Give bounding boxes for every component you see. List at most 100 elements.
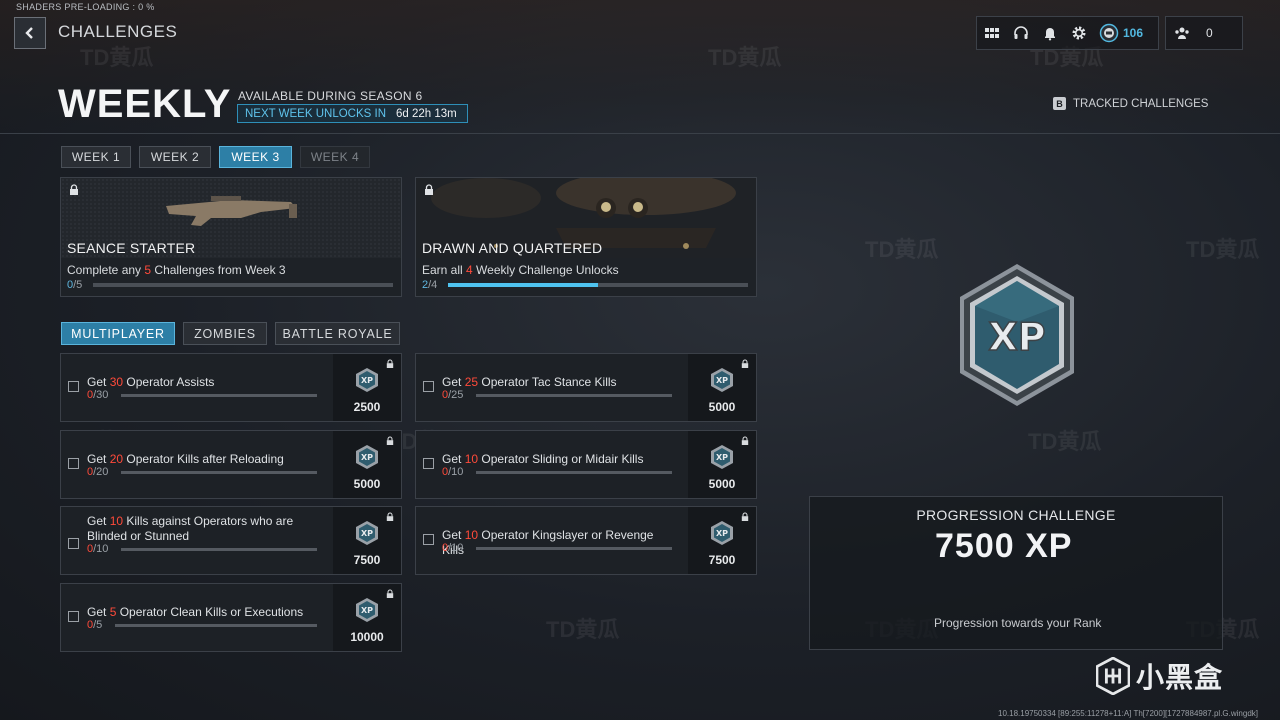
track-checkbox[interactable] [68, 538, 79, 549]
headset-icon [1013, 26, 1028, 39]
tracked-challenges-label: TRACKED CHALLENGES [1073, 97, 1209, 110]
challenge-progress: 0/10 [87, 543, 109, 555]
featured-title: SEANCE STARTER [67, 240, 196, 256]
featured-challenge-card[interactable]: SEANCE STARTER Complete any 5 Challenges… [60, 177, 402, 297]
header-icon-group: 106 [976, 16, 1159, 50]
challenge-progress: 0/5 [87, 619, 103, 631]
bell-icon [1044, 28, 1055, 41]
season-availability: AVAILABLE DURING SEASON 6 [238, 89, 423, 103]
challenge-description: Get 5 Operator Clean Kills or Executions [87, 605, 304, 619]
featured-challenge-card[interactable]: DRAWN AND QUARTERED Earn all 4 Weekly Ch… [415, 177, 757, 297]
tracked-challenges-button[interactable]: B TRACKED CHALLENGES [1053, 97, 1208, 110]
challenge-reward: XP 5000 [688, 354, 756, 421]
challenge-progress-bar [121, 394, 317, 397]
xp-emblem-icon: XP [960, 264, 1074, 406]
challenge-progress-bar [121, 548, 317, 551]
challenge-card[interactable]: Get 25 Operator Tac Stance Kills 0/25 XP 50… [415, 353, 757, 422]
next-unlock-timer: NEXT WEEK UNLOCKS IN 6d 22h 13m [237, 104, 468, 123]
back-button[interactable] [14, 17, 46, 49]
watermark: TD黄瓜 [1028, 429, 1102, 454]
svg-text:XP: XP [716, 529, 728, 538]
watermark: TD黄瓜 [80, 45, 154, 70]
tab-week-4[interactable]: WEEK 4 [300, 146, 370, 168]
challenge-progress: 0/25 [442, 389, 464, 401]
challenge-card[interactable]: Get 20 Operator Kills after Reloading 0/2… [60, 430, 402, 499]
party-button[interactable]: 0 [1165, 16, 1243, 50]
track-checkbox[interactable] [423, 381, 434, 392]
challenge-reward: XP 2500 [333, 354, 401, 421]
challenge-reward: XP 7500 [333, 507, 401, 574]
lock-icon [741, 512, 749, 521]
tab-multiplayer[interactable]: MULTIPLAYER [61, 322, 175, 345]
lock-icon [386, 359, 394, 368]
heybox-text: 小黑盒 [1136, 662, 1224, 693]
tab-zombies[interactable]: ZOMBIES [183, 322, 267, 345]
challenge-card[interactable]: Get 30 Operator Assists 0/30 XP 2500 [60, 353, 402, 422]
challenge-card[interactable]: Get 10 Kills against Operators who are B… [60, 506, 402, 575]
watermark: TD黄瓜 [708, 45, 782, 70]
tab-week-1[interactable]: WEEK 1 [61, 146, 131, 168]
unlock-time: 6d 22h 13m [396, 107, 457, 120]
xp-badge-icon: XP [356, 368, 378, 392]
notifications-button[interactable] [1035, 17, 1064, 49]
header-divider [0, 133, 1280, 134]
tab-week-3[interactable]: WEEK 3 [219, 146, 292, 168]
featured-description: Complete any 5 Challenges from Week 3 [67, 263, 286, 277]
track-checkbox[interactable] [423, 534, 434, 545]
page-title: WEEKLY [58, 82, 232, 126]
challenge-card[interactable]: Get 5 Operator Clean Kills or Executions… [60, 583, 402, 652]
lock-icon [741, 359, 749, 368]
svg-text:XP: XP [361, 453, 373, 462]
xp-badge-icon: XP [711, 368, 733, 392]
featured-progress: 0/5 [67, 279, 83, 291]
progression-title: PROGRESSION CHALLENGE [916, 507, 1116, 523]
grid-menu-icon [984, 28, 999, 38]
track-checkbox[interactable] [68, 611, 79, 622]
lock-icon [425, 184, 433, 195]
xp-badge-icon: XP [711, 521, 733, 545]
grid-menu-button[interactable] [977, 17, 1006, 49]
challenge-card[interactable]: Get 10 Operator Sliding or Midair Kills 0… [415, 430, 757, 499]
track-checkbox[interactable] [68, 458, 79, 469]
progression-challenge-panel: PROGRESSION CHALLENGE 7500 XP Progressio… [809, 496, 1223, 650]
watermark: TD黄瓜 [1186, 237, 1260, 262]
heybox-logo: 小黑盒 [1096, 656, 1223, 696]
lock-icon [70, 184, 78, 195]
lock-icon [386, 436, 394, 445]
cod-points-icon [1099, 23, 1119, 43]
lock-icon [386, 589, 394, 598]
cod-points-display[interactable]: 106 [1093, 17, 1143, 49]
challenge-progress: 0/10 [442, 542, 464, 554]
gear-icon [1072, 26, 1085, 40]
xp-badge-icon: XP [356, 521, 378, 545]
tab-week-2[interactable]: WEEK 2 [139, 146, 211, 168]
headset-button[interactable] [1006, 17, 1035, 49]
challenge-progress-bar [121, 471, 317, 474]
challenge-description: Get 10 Operator Sliding or Midair Kills [442, 452, 644, 466]
track-checkbox[interactable] [68, 381, 79, 392]
settings-button[interactable] [1064, 17, 1093, 49]
back-arrow-icon [25, 27, 33, 39]
svg-text:XP: XP [361, 529, 373, 538]
lock-icon [386, 512, 394, 521]
tab-battle-royale[interactable]: BATTLE ROYALE [275, 322, 400, 345]
challenge-card[interactable]: Get 10 Operator Kingslayer or Revenge Ki… [415, 506, 757, 575]
track-checkbox[interactable] [423, 458, 434, 469]
featured-progress-fill [448, 283, 598, 287]
challenge-reward: XP 5000 [333, 431, 401, 498]
reward-amount: 5000 [708, 477, 736, 491]
xp-badge-icon: XP [711, 445, 733, 469]
challenge-description: Get 10 Kills against Operators who are B… [87, 514, 294, 543]
challenge-reward: XP 10000 [333, 584, 401, 651]
watermark: TD黄瓜 [546, 617, 620, 642]
reward-amount: 5000 [708, 400, 736, 414]
challenge-reward: XP 7500 [688, 507, 756, 574]
featured-title: DRAWN AND QUARTERED [422, 240, 603, 256]
watermark: TD黄瓜 [865, 237, 939, 262]
svg-text:XP: XP [361, 606, 373, 615]
featured-progress-bar [448, 283, 748, 287]
challenge-progress-bar [476, 471, 672, 474]
challenge-progress: 0/10 [442, 466, 464, 478]
shader-status: SHADERS PRE-LOADING : 0 % [16, 2, 155, 12]
reward-amount: 2500 [353, 400, 381, 414]
